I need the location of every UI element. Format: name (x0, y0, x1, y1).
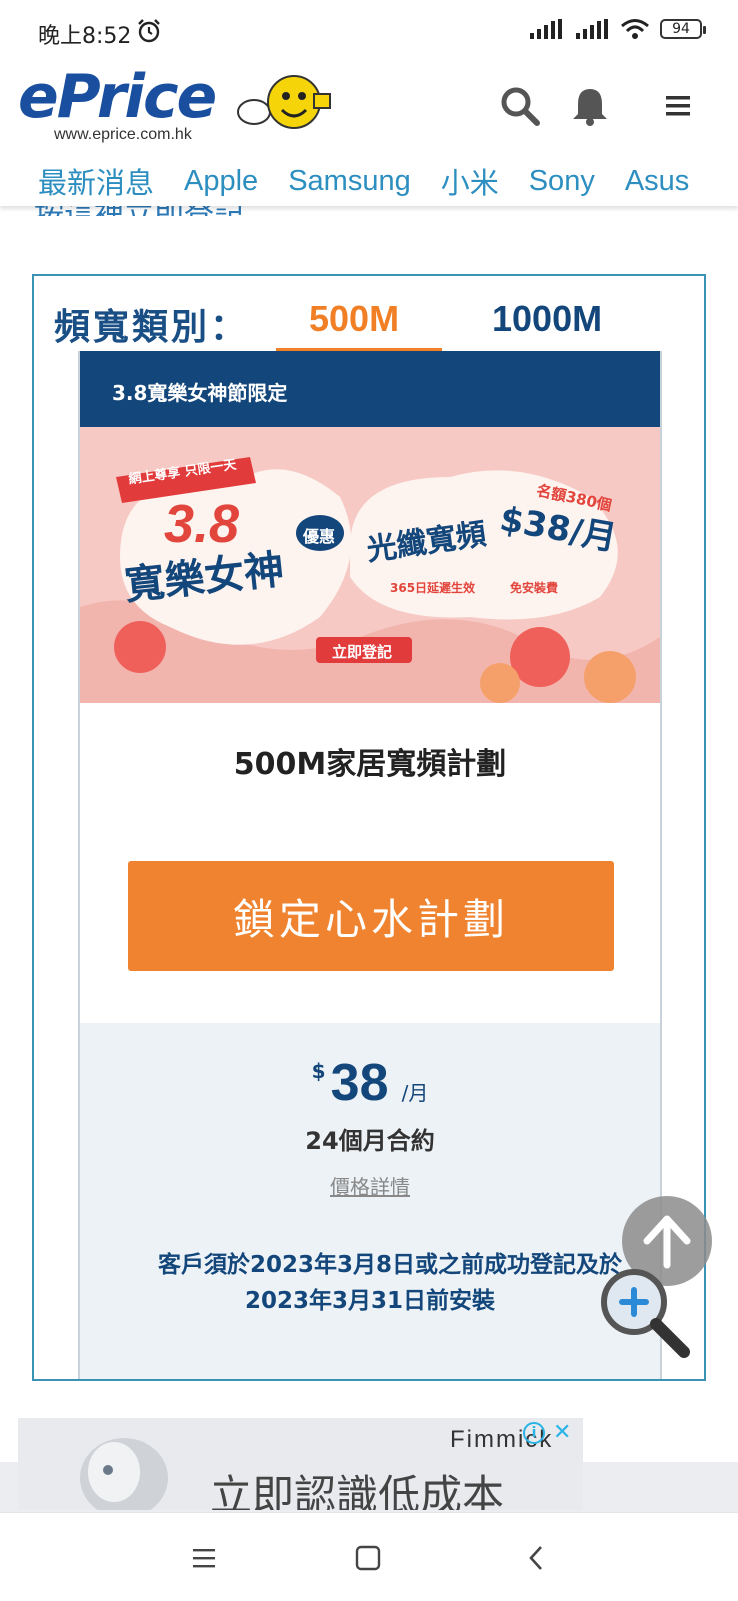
ad-banner[interactable]: Fimmick i ✕ 立即認識低成本 (18, 1418, 583, 1510)
status-icons: 94 (528, 18, 706, 40)
price-box: $ 38 /月 24個月合約 價格詳情 客戶須於2023年3月8日或之前成功登記… (80, 1023, 660, 1379)
search-icon[interactable] (496, 82, 544, 130)
wifi-icon (621, 19, 649, 39)
plan-card: 3.8寬樂女神節限定 網上尊享 只限一天 3.8 寬樂女神 優惠 光纖寬頻 $3… (78, 351, 662, 1379)
recent-apps-button[interactable] (184, 1541, 224, 1575)
nav-item-xiaomi[interactable]: 小米 (441, 160, 499, 202)
tab-1000m[interactable]: 1000M (492, 298, 602, 340)
price-currency: $ (311, 1059, 326, 1083)
install-notice-line-1: 客戶須於2023年3月8日或之前成功登記及於 (157, 1252, 623, 1278)
bandwidth-label: 頻寬類別： (54, 307, 250, 348)
menu-lines-icon (193, 1549, 215, 1568)
price-value: 38 (330, 1054, 389, 1112)
card-header: 3.8寬樂女神節限定 (80, 351, 660, 427)
ad-info-icon[interactable]: i (523, 1422, 545, 1444)
banner-badge: 優惠 (303, 527, 336, 546)
signal-icon-2 (576, 19, 608, 39)
logo-text: ePrice (18, 62, 217, 132)
category-nav: 最新消息 Apple Samsung 小米 Sony Asus (0, 156, 738, 206)
signal-icon (530, 19, 562, 39)
menu-icon[interactable] (654, 82, 702, 130)
card-header-text: 3.8寬樂女神節限定 (112, 381, 288, 405)
broadband-widget: 頻寬類別： 500M 1000M 3.8寬樂女神節限定 網上尊享 只限一天 3.… (32, 274, 706, 1381)
back-button[interactable] (516, 1541, 556, 1575)
ad-close-icon[interactable]: ✕ (553, 1420, 571, 1445)
magnifier-icon (601, 1269, 690, 1358)
price: $ 38 /月 (80, 1053, 660, 1113)
battery-icon: 94 (660, 19, 706, 39)
nav-item-latest[interactable]: 最新消息 (38, 160, 154, 202)
lock-plan-button[interactable]: 鎖定心水計劃 (128, 861, 614, 971)
nav-item-apple[interactable]: Apple (184, 165, 258, 198)
contract-term: 24個月合約 (305, 1127, 435, 1155)
zoom-button[interactable] (594, 1262, 694, 1362)
robot-image (80, 1438, 168, 1510)
system-nav-bar (0, 1512, 738, 1601)
banner-benefit-1: 365日延遲生效 (390, 581, 476, 595)
status-time: 晚上8:52 (38, 24, 132, 49)
promo-banner[interactable]: 網上尊享 只限一天 3.8 寬樂女神 優惠 光纖寬頻 $38/月 名額380個 … (80, 427, 660, 703)
logo-url: www.eprice.com.hk (54, 126, 192, 143)
square-icon (355, 1545, 381, 1571)
tab-500m[interactable]: 500M (309, 298, 399, 340)
mascot-icon (237, 75, 331, 129)
install-notice-line-2: 2023年3月31日前安裝 (244, 1288, 496, 1314)
alarm-icon (138, 19, 160, 43)
plan-title: 500M家居寬頻計劃 (233, 747, 507, 782)
ad-headline: 立即認識低成本 (210, 1471, 505, 1510)
nav-item-sony[interactable]: Sony (529, 165, 595, 198)
price-details-link[interactable]: 價格詳情 (80, 1171, 660, 1200)
price-unit: /月 (401, 1081, 429, 1105)
home-button[interactable] (348, 1541, 388, 1575)
nav-item-asus[interactable]: Asus (625, 165, 689, 198)
site-logo[interactable]: ePrice www.eprice.com.hk (18, 62, 217, 144)
site-header: ePrice www.eprice.com.hk (0, 62, 738, 157)
banner-benefit-2: 免安裝費 (510, 581, 559, 595)
status-bar: 晚上8:52 94 (0, 0, 738, 62)
arrow-up-icon (643, 1215, 691, 1269)
bell-icon[interactable] (566, 82, 614, 130)
banner-register[interactable]: 立即登記 (332, 641, 392, 662)
install-notice: 客戶須於2023年3月8日或之前成功登記及於 2023年3月31日前安裝 (110, 1247, 670, 1319)
chevron-left-icon (529, 1546, 542, 1570)
nav-item-samsung[interactable]: Samsung (288, 165, 411, 198)
